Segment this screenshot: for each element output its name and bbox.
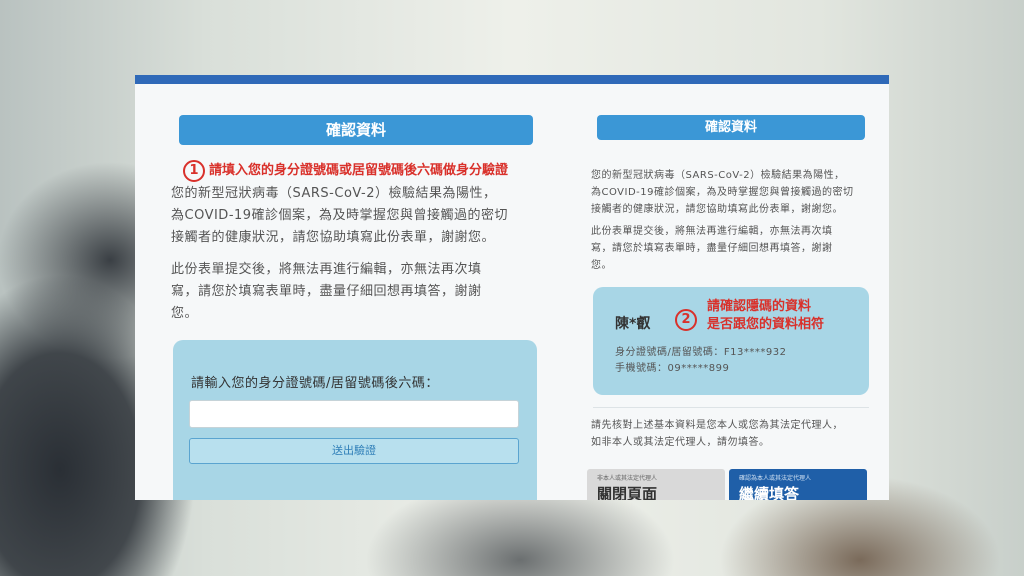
text-line: 請先核對上述基本資料是您本人或您為其法定代理人， xyxy=(591,420,843,431)
close-page-button[interactable]: 非本人或其法定代理人 關閉頁面 xyxy=(587,469,725,500)
right-header-confirm-data: 確認資料 xyxy=(597,115,865,140)
text-line: 此份表單提交後，將無法再進行編輯，亦無法再次填 xyxy=(591,226,833,237)
continue-sublabel: 確認為本人或其法定代理人 xyxy=(739,475,812,482)
identity-confirm-text: 請先核對上述基本資料是您本人或您為其法定代理人， 如非本人或其法定代理人，請勿填… xyxy=(591,417,843,451)
left-intro-paragraph: 您的新型冠狀病毒（SARS-CoV-2）檢驗結果為陽性， 為COVID-19確診… xyxy=(171,183,508,249)
id-input-field[interactable] xyxy=(189,400,519,428)
callout-number-1: 1 xyxy=(183,159,205,182)
text-line: 您的新型冠狀病毒（SARS-CoV-2）檢驗結果為陽性， xyxy=(171,186,497,201)
text-line: 您。 xyxy=(591,260,612,271)
callout-number-2: 2 xyxy=(675,309,697,331)
masked-phone-number: 手機號碼：09*****899 xyxy=(615,363,730,374)
id-input-label: 請輸入您的身分證號碼/居留號碼後六碼： xyxy=(191,376,439,391)
close-page-label: 關閉頁面 xyxy=(597,485,658,500)
callout-1: 1 請填入您的身分證號碼或居留號碼後六碼做身分驗證 xyxy=(183,159,508,182)
text-line: 接觸者的健康狀況，請您協助填寫此份表單，謝謝您。 xyxy=(171,230,496,245)
callout-1-text: 請填入您的身分證號碼或居留號碼後六碼做身分驗證 xyxy=(209,163,509,178)
continue-answer-button[interactable]: 確認為本人或其法定代理人 繼續填答 xyxy=(729,469,867,500)
text-line: 如非本人或其法定代理人，請勿填答。 xyxy=(591,437,770,448)
left-header-confirm-data: 確認資料 xyxy=(179,115,533,145)
divider xyxy=(593,407,869,408)
right-notice-paragraph: 此份表單提交後，將無法再進行編輯，亦無法再次填 寫，請您於填寫表單時，盡量仔細回… xyxy=(591,223,833,274)
text-line: 接觸者的健康狀況，請您協助填寫此份表單，謝謝您。 xyxy=(591,204,843,215)
callout-2-line-2: 是否跟您的資料相符 xyxy=(707,317,825,332)
masked-id-number: 身分證號碼/居留號碼：F13****932 xyxy=(615,347,787,358)
masked-name: 陳*叡 xyxy=(615,316,651,332)
text-line: 寫，請您於填寫表單時，盡量仔細回想再填答，謝謝 xyxy=(171,284,482,299)
continue-label: 繼續填答 xyxy=(739,485,800,500)
right-intro-paragraph: 您的新型冠狀病毒（SARS-CoV-2）檢驗結果為陽性， 為COVID-19確診… xyxy=(591,167,854,218)
text-line: 此份表單提交後，將無法再進行編輯，亦無法再次填 xyxy=(171,262,482,277)
close-page-sublabel: 非本人或其法定代理人 xyxy=(597,475,658,482)
top-accent-bar xyxy=(135,75,889,84)
text-line: 為COVID-19確診個案，為及時掌握您與曾接觸過的密切 xyxy=(171,208,509,223)
masked-info-box: 陳*叡 2 請確認隱碼的資料 是否跟您的資料相符 身分證號碼/居留號碼：F13*… xyxy=(593,287,869,395)
id-verification-box: 請輸入您的身分證號碼/居留號碼後六碼： 送出驗證 xyxy=(173,340,537,500)
callout-2-line-1: 請確認隱碼的資料 xyxy=(707,299,812,314)
text-line: 寫，請您於填寫表單時，盡量仔細回想再填答，謝謝 xyxy=(591,243,833,254)
form-screenshot-panel: 確認資料 1 請填入您的身分證號碼或居留號碼後六碼做身分驗證 您的新型冠狀病毒（S… xyxy=(135,75,889,500)
text-line: 您的新型冠狀病毒（SARS-CoV-2）檢驗結果為陽性， xyxy=(591,170,845,181)
text-line: 為COVID-19確診個案，為及時掌握您與曾接觸過的密切 xyxy=(591,187,854,198)
text-line: 您。 xyxy=(171,306,199,321)
left-notice-paragraph: 此份表單提交後，將無法再進行編輯，亦無法再次填 寫，請您於填寫表單時，盡量仔細回… xyxy=(171,259,482,325)
submit-verification-button[interactable]: 送出驗證 xyxy=(189,438,519,464)
